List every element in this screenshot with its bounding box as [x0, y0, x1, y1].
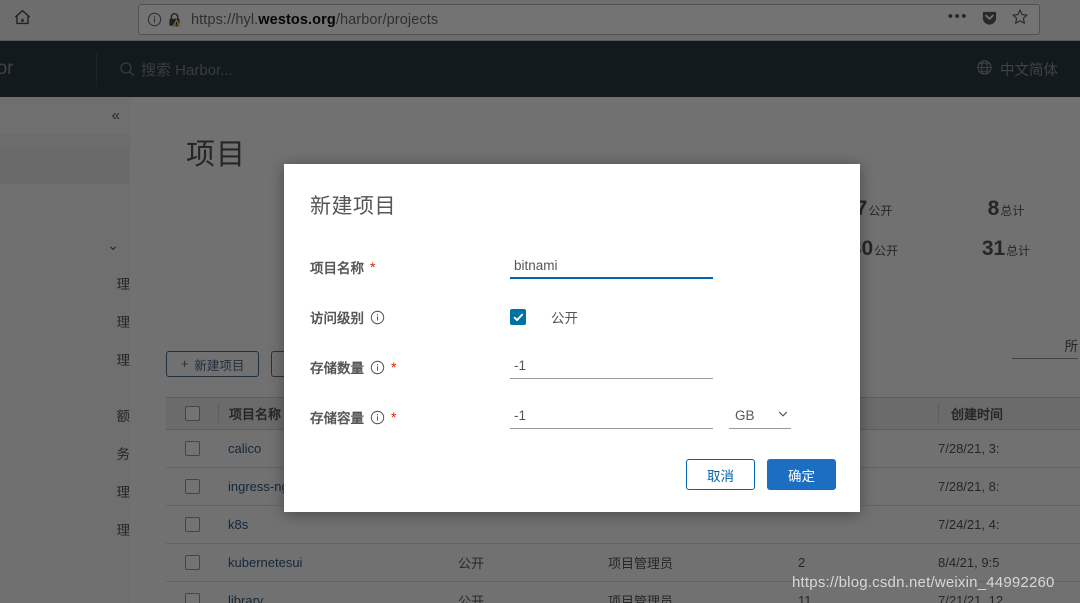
- required-marker: *: [391, 359, 397, 375]
- info-icon[interactable]: [370, 360, 385, 375]
- cancel-button[interactable]: 取消: [686, 459, 755, 490]
- new-project-dialog: 新建项目 项目名称 * 访问级别: [284, 164, 860, 512]
- chevron-down-icon: [777, 408, 789, 423]
- label-storage-count: 存储数量 *: [310, 357, 510, 377]
- required-marker: *: [370, 259, 376, 275]
- form-row-project-name: 项目名称 *: [284, 242, 860, 292]
- control-access-level: 公开: [510, 307, 860, 327]
- project-name-input[interactable]: [510, 255, 713, 279]
- control-project-name: [510, 255, 860, 279]
- control-storage-count: [510, 355, 860, 379]
- public-checkbox[interactable]: [510, 309, 526, 325]
- dialog-footer: 取消 确定: [686, 459, 836, 490]
- new-project-form: 项目名称 * 访问级别: [284, 242, 860, 442]
- public-checkbox-label: 公开: [551, 311, 578, 326]
- info-icon[interactable]: [370, 410, 385, 425]
- storage-unit-value: GB: [735, 408, 755, 423]
- storage-capacity-input[interactable]: [510, 405, 713, 429]
- required-marker: *: [391, 409, 397, 425]
- label-storage-capacity: 存储容量 *: [310, 407, 510, 427]
- label-storage-count-text: 存储数量: [310, 361, 364, 376]
- dialog-title: 新建项目: [310, 195, 396, 218]
- form-row-storage-count: 存储数量 *: [284, 342, 860, 392]
- watermark: https://blog.csdn.net/weixin_44992260: [792, 574, 1055, 591]
- label-access-level: 访问级别: [310, 307, 510, 327]
- form-row-access-level: 访问级别 公开: [284, 292, 860, 342]
- label-project-name: 项目名称 *: [310, 257, 510, 277]
- label-storage-capacity-text: 存储容量: [310, 411, 364, 426]
- control-storage-capacity: GB: [510, 405, 860, 429]
- confirm-button[interactable]: 确定: [767, 459, 836, 490]
- storage-unit-select[interactable]: GB: [729, 405, 791, 429]
- label-project-name-text: 项目名称: [310, 261, 364, 276]
- label-access-level-text: 访问级别: [310, 311, 364, 326]
- storage-count-input[interactable]: [510, 355, 713, 379]
- form-row-storage-capacity: 存储容量 * GB: [284, 392, 860, 442]
- info-icon[interactable]: [370, 310, 385, 325]
